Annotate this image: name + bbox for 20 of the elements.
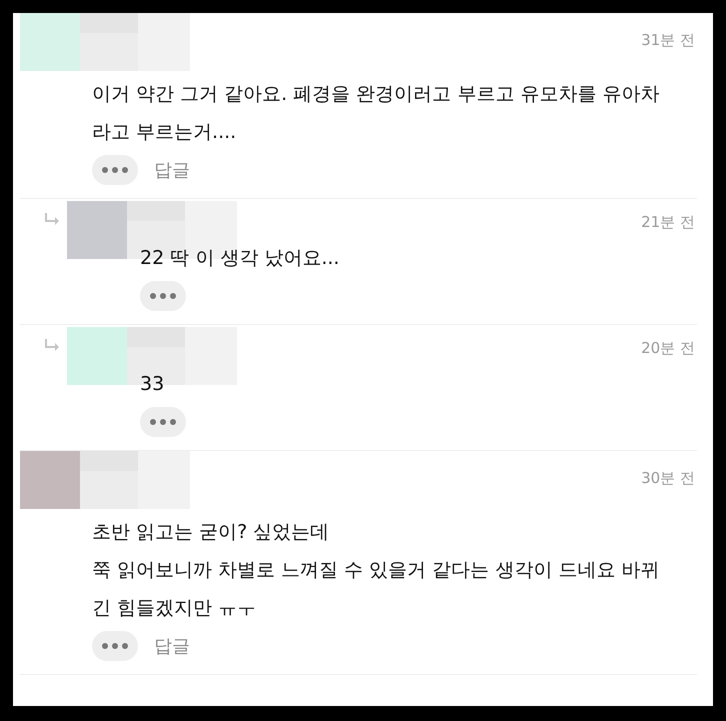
comment-text: 22 딱 이 생각 났어요... <box>140 246 340 271</box>
reply-link[interactable]: 답글 <box>154 158 190 182</box>
comment-text: 33 <box>140 372 166 397</box>
more-button[interactable] <box>140 281 186 311</box>
more-button[interactable] <box>140 407 186 437</box>
reply-arrow-icon <box>45 339 59 351</box>
comment-text: 초반 읽고는 굳이? 싶었는데 쭉 읽어보니까 차별로 느껴질 수 있을거 같다는 생각이 드네요 바뀌 긴 힘들겠지만 ㅠㅜ <box>92 520 660 621</box>
more-button[interactable] <box>92 155 138 185</box>
reply-arrow-icon <box>45 213 59 225</box>
reply-link[interactable]: 답글 <box>154 634 190 658</box>
timestamp: 20분 전 <box>641 339 695 358</box>
comment-text: 이거 약간 그거 같아요. 폐경을 완경이러고 부르고 유모차를 유아차 라고 부르는거.... <box>92 82 660 145</box>
more-icon <box>102 167 128 173</box>
more-icon <box>102 643 128 649</box>
more-icon <box>150 419 176 425</box>
more-button[interactable] <box>92 631 138 661</box>
timestamp: 31분 전 <box>641 31 695 50</box>
more-icon <box>150 293 176 299</box>
timestamp: 21분 전 <box>641 213 695 232</box>
timestamp: 30분 전 <box>641 469 695 488</box>
